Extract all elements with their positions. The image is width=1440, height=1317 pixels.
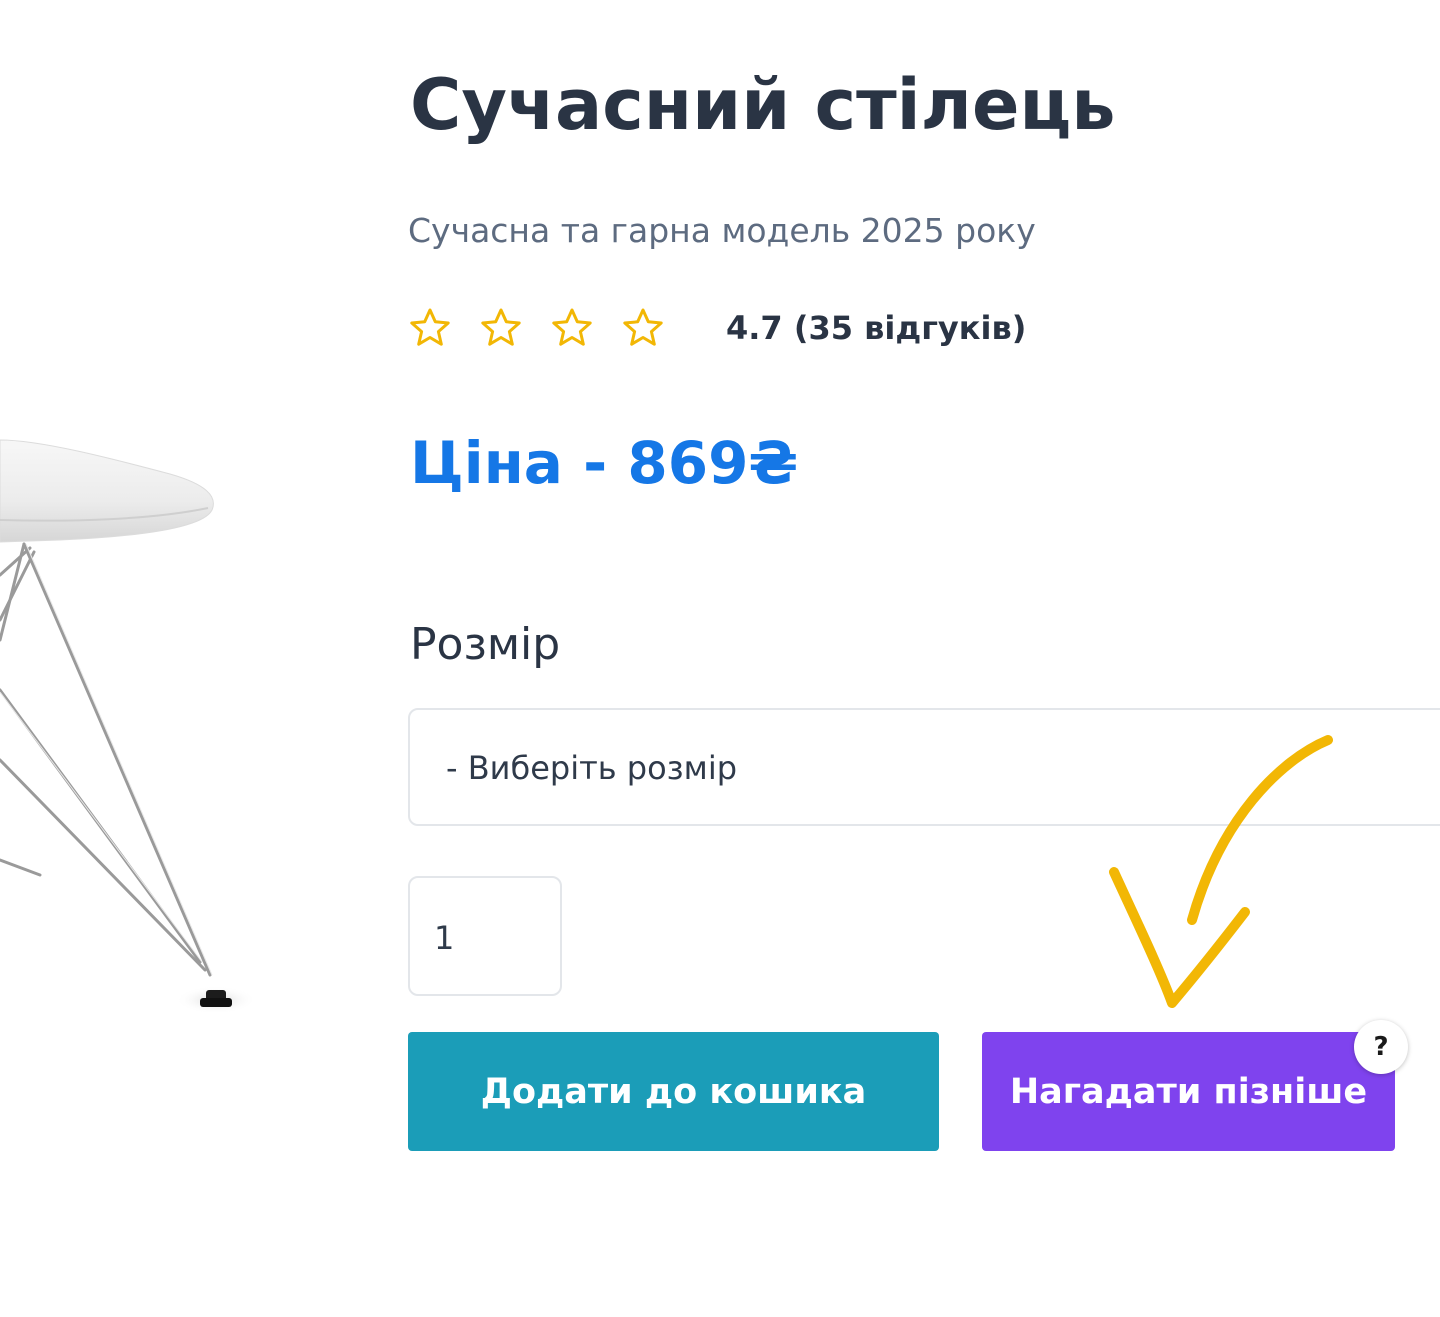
product-title: Сучасний стілець xyxy=(410,64,1116,146)
quantity-input[interactable]: 1 xyxy=(408,876,562,996)
rating-summary: 4.7 (35 відгуків) xyxy=(726,309,1027,347)
star-outline-icon xyxy=(623,308,663,346)
add-to-cart-label: Додати до кошика xyxy=(480,1071,867,1112)
remind-later-button[interactable]: Нагадати пізніше xyxy=(982,1032,1395,1151)
size-select-value: - Виберіть розмір xyxy=(446,749,738,787)
help-label: ? xyxy=(1373,1032,1389,1062)
star-outline-icon xyxy=(552,308,592,346)
product-price: Ціна - 869₴ xyxy=(410,429,799,497)
hand-drawn-arrow-icon xyxy=(1109,735,1333,1008)
remind-later-label: Нагадати пізніше xyxy=(1009,1071,1368,1112)
star-outline-icon xyxy=(481,308,521,346)
product-subtitle: Сучасна та гарна модель 2025 року xyxy=(408,211,1036,250)
size-label: Розмір xyxy=(410,619,561,670)
chair-image xyxy=(0,439,256,1014)
question-icon[interactable]: ? xyxy=(1354,1020,1408,1074)
quantity-value: 1 xyxy=(434,919,455,957)
add-to-cart-button[interactable]: Додати до кошика xyxy=(408,1032,939,1151)
star-outline-icon xyxy=(410,308,450,346)
rating: 4.7 (35 відгуків) xyxy=(408,300,1108,356)
product-details: Сучасний стілець Сучасна та гарна модель… xyxy=(408,0,1440,1317)
rating-stars xyxy=(408,306,670,350)
